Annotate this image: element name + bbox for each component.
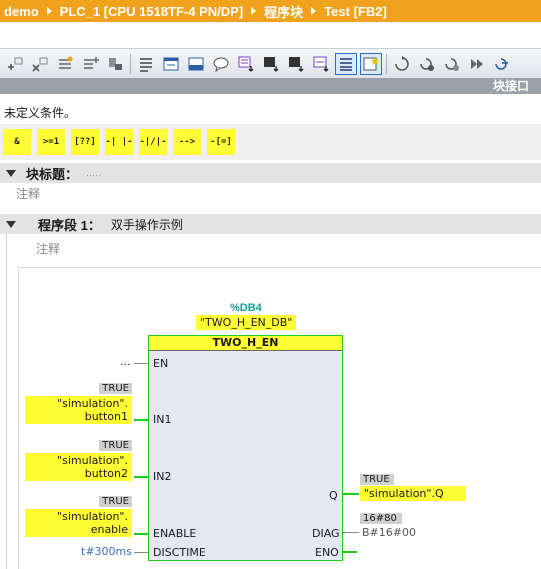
empty-box-button[interactable]: [??] — [71, 129, 99, 155]
network-overview-icon[interactable] — [185, 53, 207, 75]
normally-open-contact-button[interactable]: -| |- — [105, 129, 133, 155]
enable-operand-line1: "simulation". — [57, 510, 128, 523]
and-box-button[interactable]: & — [3, 129, 31, 155]
wire-q — [343, 493, 359, 495]
network-title-input[interactable]: 双手操作示例 — [111, 216, 183, 233]
breadcrumb-separator-icon — [251, 7, 257, 15]
pin-en: EN — [153, 357, 169, 370]
disctime-operand[interactable]: t#300ms — [81, 545, 132, 558]
block-title-header[interactable]: 块标题： ..... — [0, 163, 541, 183]
wire-in1 — [134, 419, 148, 421]
favorites-star-icon[interactable] — [360, 52, 382, 75]
assignment-button[interactable]: -[=] — [207, 129, 235, 155]
call-icon[interactable] — [491, 53, 513, 75]
breadcrumb: demo PLC_1 [CPU 1518TF-4 PN/DP] 程序块 Test… — [0, 0, 541, 22]
undefined-conditions-text: 未定义条件。 — [4, 106, 77, 120]
or-box-button[interactable]: >=1 — [37, 129, 65, 155]
wire-enable — [134, 533, 148, 535]
toolbar-separator — [386, 53, 387, 74]
enable-monitor-value: TRUE — [99, 496, 132, 507]
wire-in2 — [134, 476, 148, 478]
pin-diag: DIAG — [312, 527, 340, 540]
instance-db-address: %DB4 — [230, 302, 262, 314]
open-branch-button[interactable]: --> — [173, 129, 201, 155]
pin-in1: IN1 — [153, 413, 172, 426]
enable-operand[interactable]: "simulation". enable — [25, 509, 132, 537]
in1-operand-line2: button1 — [84, 410, 128, 423]
insert-network-icon[interactable] — [4, 53, 26, 75]
block-title-label: 块标题： — [26, 166, 79, 182]
pin-in2: IN2 — [153, 470, 172, 483]
normally-closed-contact-button[interactable]: -|/|- — [139, 129, 167, 155]
close-all-networks-icon[interactable] — [260, 53, 282, 75]
wire-disctime — [134, 552, 148, 553]
step-icon[interactable] — [466, 53, 488, 75]
wire-diag — [343, 532, 359, 533]
next-icon[interactable] — [441, 53, 463, 75]
delete-network-icon[interactable] — [29, 53, 51, 75]
breadcrumb-separator-icon — [311, 7, 317, 15]
open-all-networks-icon[interactable] — [235, 53, 257, 75]
add-row-icon[interactable] — [79, 53, 101, 75]
instance-db-name[interactable]: "TWO_H_EN_DB" — [196, 315, 297, 330]
in2-operand-line2: button2 — [84, 467, 128, 480]
en-operand[interactable]: ... — [120, 355, 131, 368]
editor-toolbar — [0, 48, 541, 78]
favorites-icon[interactable] — [160, 53, 182, 75]
in2-operand-line1: "simulation". — [57, 454, 128, 467]
wire-en — [134, 363, 148, 364]
collapse-triangle-icon[interactable] — [6, 220, 16, 228]
in1-monitor-value: TRUE — [99, 383, 132, 394]
collapse-triangle-icon[interactable] — [6, 169, 16, 177]
in2-operand[interactable]: "simulation". button2 — [25, 453, 132, 481]
diag-monitor-value: 16#80 — [360, 513, 402, 524]
q-operand[interactable]: "simulation".Q — [360, 486, 466, 501]
diag-operand[interactable]: B#16#00 — [362, 526, 416, 539]
toolbar-separator — [130, 53, 131, 74]
function-block-type[interactable]: TWO_H_EN — [149, 336, 342, 351]
pin-eno: ENO — [315, 546, 339, 559]
block-comment[interactable]: 注释 — [16, 185, 40, 202]
insert-row-icon[interactable] — [54, 53, 76, 75]
absolute-operands-icon[interactable] — [135, 53, 157, 75]
block-interface-bar[interactable]: 块接口 — [0, 78, 541, 94]
list-icon[interactable] — [335, 52, 357, 75]
go-to-icon[interactable] — [391, 53, 413, 75]
header-spacer — [0, 22, 541, 48]
q-monitor-value: TRUE — [360, 474, 394, 485]
network-guide-line — [6, 234, 7, 569]
breadcrumb-item-blocks[interactable]: 程序块 — [264, 2, 303, 21]
wire-eno — [343, 551, 357, 553]
network-1-header[interactable]: 程序段 1： 双手操作示例 — [0, 214, 541, 234]
block-title-input[interactable]: ..... — [86, 167, 101, 179]
breadcrumb-item-plc[interactable]: PLC_1 [CPU 1518TF-4 PN/DP] — [60, 4, 244, 19]
in1-operand-line1: "simulation". — [57, 397, 128, 410]
pin-q: Q — [329, 489, 338, 502]
monitoring-icon[interactable] — [285, 53, 307, 75]
go-to-error-icon[interactable] — [416, 53, 438, 75]
comments-icon[interactable] — [210, 53, 232, 75]
network-comment[interactable]: 注释 — [36, 240, 60, 257]
pin-enable: ENABLE — [153, 527, 197, 540]
enable-operand-line2: enable — [90, 523, 128, 536]
network-label: 程序段 1： — [38, 217, 101, 233]
pin-disctime: DISCTIME — [153, 546, 206, 559]
instruction-favorites: & >=1 [??] -| |- -|/|- --> -[=] — [0, 124, 541, 160]
download-icon[interactable] — [104, 53, 126, 75]
breadcrumb-item-project[interactable]: demo — [4, 4, 39, 19]
compare-icon[interactable] — [310, 53, 332, 75]
in2-monitor-value: TRUE — [99, 440, 132, 451]
breadcrumb-separator-icon — [46, 7, 52, 15]
breadcrumb-item-block[interactable]: Test [FB2] — [324, 4, 387, 19]
in1-operand[interactable]: "simulation". button1 — [25, 396, 132, 424]
